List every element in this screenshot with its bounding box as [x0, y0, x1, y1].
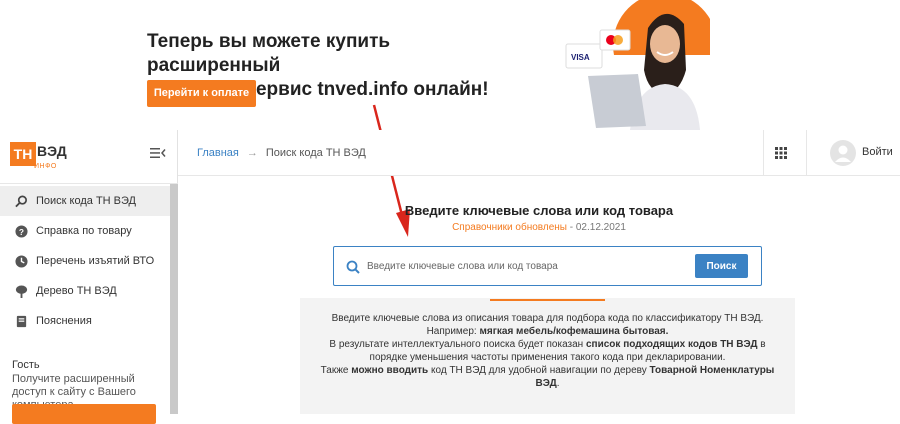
visa-card-label: VISA — [571, 53, 590, 62]
clock-icon — [14, 254, 28, 268]
search-input[interactable] — [367, 257, 687, 275]
login-link[interactable]: Войти — [862, 146, 893, 158]
help-icon: ? — [14, 224, 28, 238]
tree-icon — [14, 284, 28, 298]
sidebar: ТН ВЭД ИНФО Поиск кода ТН ВЭД ? Справка … — [0, 130, 178, 424]
help-line1: Введите ключевые слова из описания товар… — [331, 313, 764, 324]
sidebar-item-tree[interactable]: Дерево ТН ВЭД — [0, 276, 170, 306]
help-line3-prefix: В результате интеллектуального поиска бу… — [329, 339, 586, 350]
sidebar-item-label: Поиск кода ТН ВЭД — [36, 195, 136, 207]
breadcrumb-current: Поиск кода ТН ВЭД — [265, 147, 366, 159]
promo-title-line1: Теперь вы можете купить расширенный — [147, 31, 391, 76]
search-icon — [14, 194, 28, 208]
help-line2: Например: мягкая мебель/кофемашина бытов… — [310, 325, 785, 338]
help-line4-suffix: . — [556, 378, 560, 389]
breadcrumb-arrow-icon: → — [246, 147, 258, 159]
user-avatar-icon[interactable] — [830, 140, 856, 166]
go-to-payment-button[interactable]: Перейти к оплате — [147, 80, 256, 107]
breadcrumb-home-link[interactable]: Главная — [197, 147, 239, 159]
help-line4-mid: код ТН ВЭД для удобной навигации по дере… — [428, 365, 650, 376]
guest-access-button[interactable] — [12, 404, 156, 424]
sidebar-item-explanations[interactable]: Пояснения — [0, 306, 170, 336]
sidebar-item-label: Перечень изъятий ВТО — [36, 255, 155, 267]
help-line3-bold: список подходящих кодов ТН ВЭД — [586, 339, 758, 350]
update-separator: - — [566, 222, 576, 233]
apps-grid-icon[interactable] — [775, 147, 787, 159]
guest-title: Гость — [12, 359, 40, 371]
promo-illustration: VISA — [565, 0, 710, 130]
help-line4-prefix: Также — [320, 365, 352, 376]
sidebar-item-wto-list[interactable]: Перечень изъятий ВТО — [0, 246, 170, 276]
help-line2-bold: мягкая мебель/кофемашина бытовая. — [479, 326, 669, 337]
help-line3: В результате интеллектуального поиска бу… — [310, 338, 785, 364]
sidebar-nav: Поиск кода ТН ВЭД ? Справка по товару Пе… — [0, 186, 170, 336]
topbar-divider — [806, 130, 807, 176]
logo-th: ТН — [10, 142, 36, 166]
promo-banner: Теперь вы можете купить расширенный дост… — [0, 0, 900, 130]
search-button[interactable]: Поиск — [695, 254, 748, 278]
update-date: 02.12.2021 — [575, 222, 626, 233]
sidebar-divider — [0, 183, 178, 184]
update-status: Справочники обновлены - 02.12.2021 — [178, 222, 900, 233]
help-line4: Также можно вводить код ТН ВЭД для удобн… — [310, 364, 785, 390]
sidebar-item-label: Пояснения — [36, 315, 92, 327]
help-text: Введите ключевые слова из описания товар… — [310, 312, 785, 390]
sidebar-item-label: Дерево ТН ВЭД — [36, 285, 117, 297]
logo-info: ИНФО — [34, 163, 57, 170]
svg-text:?: ? — [18, 226, 23, 236]
search-box: Поиск — [333, 246, 762, 286]
top-bar: Главная → Поиск кода ТН ВЭД Войти — [178, 130, 900, 176]
sidebar-item-label: Справка по товару — [36, 225, 132, 237]
help-accent-bar — [490, 299, 605, 301]
help-line4-bold1: можно вводить — [351, 365, 429, 376]
book-icon — [14, 314, 28, 328]
sidebar-item-product-help[interactable]: ? Справка по товару — [0, 216, 170, 246]
search-icon — [346, 260, 360, 274]
topbar-divider — [763, 130, 764, 176]
collapse-menu-icon[interactable] — [150, 146, 166, 160]
page-title: Введите ключевые слова или код товара — [404, 203, 674, 218]
updates-link[interactable]: Справочники обновлены — [452, 222, 567, 233]
logo-ved: ВЭД — [37, 143, 67, 159]
breadcrumb: Главная → Поиск кода ТН ВЭД — [197, 147, 366, 159]
sidebar-item-search-code[interactable]: Поиск кода ТН ВЭД — [0, 186, 170, 216]
help-line2-prefix: Например: — [426, 326, 480, 337]
